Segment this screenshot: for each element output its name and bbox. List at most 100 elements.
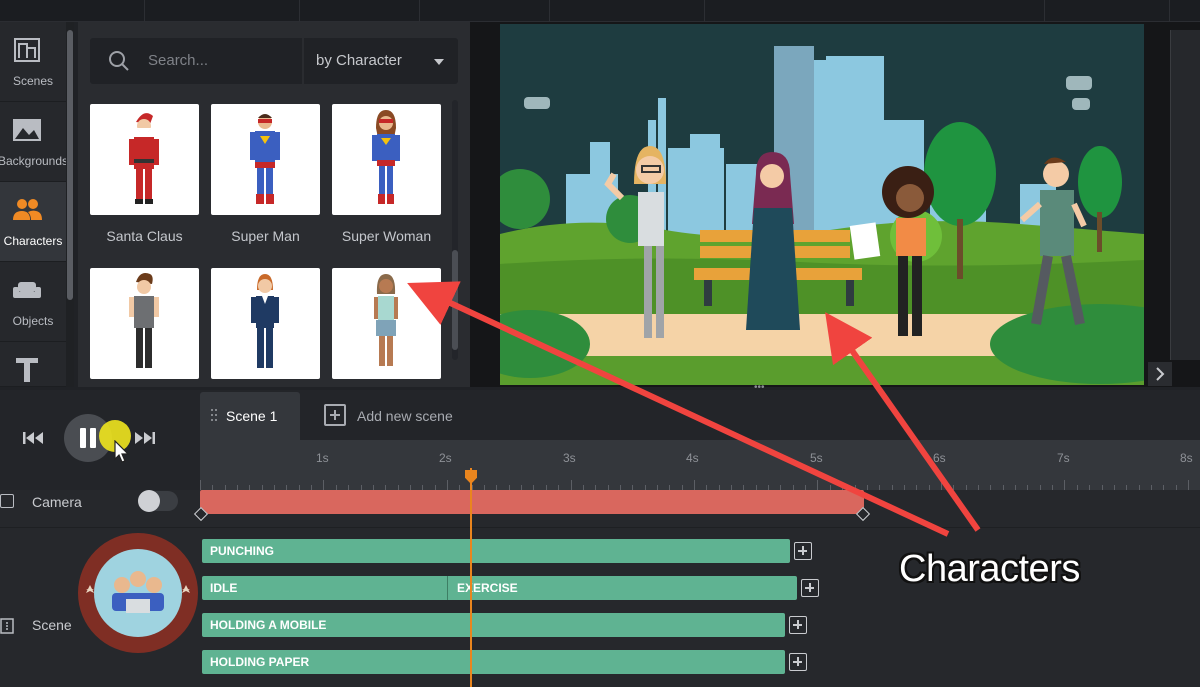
girl-figure (374, 274, 398, 366)
timeline-ruler[interactable]: 1s 2s 3s 4s 5s 6s 7s 8s (200, 440, 1200, 490)
character-card[interactable] (332, 268, 441, 379)
add-animation-button[interactable] (789, 616, 807, 634)
camera-toggle[interactable] (138, 490, 178, 512)
smart-webpreneur-logo (78, 533, 198, 653)
app-window: Scenes Backgrounds Characters Objects Se… (0, 0, 1200, 687)
add-animation-button[interactable] (794, 542, 812, 560)
sidebar-item-text[interactable] (0, 342, 66, 387)
sidebar-item-scenes[interactable]: Scenes (0, 22, 66, 102)
santa-claus-figure (129, 113, 159, 204)
toolbar-segment[interactable] (705, 0, 1045, 22)
track-label-exercise: EXERCISE (457, 581, 518, 595)
track-punching[interactable]: PUNCHING (202, 539, 790, 563)
library-scrollbar[interactable] (452, 100, 458, 360)
toggle-knob (138, 490, 160, 512)
character-card[interactable] (90, 268, 199, 379)
chevron-right-icon (1156, 367, 1165, 381)
plus-icon (324, 404, 346, 426)
scenes-icon (14, 38, 40, 62)
toolbar-segment[interactable] (550, 0, 705, 22)
ruler-tick-label: 2s (439, 451, 452, 465)
drag-handle-icon[interactable] (210, 408, 218, 422)
playhead-line[interactable] (470, 468, 472, 687)
search-input[interactable]: Search... (148, 52, 208, 69)
chevron-down-icon (434, 59, 444, 65)
sidebar: Scenes Backgrounds Characters Objects (0, 22, 68, 387)
text-icon (16, 358, 38, 382)
character-name: Santa Claus (106, 228, 183, 244)
character-thumbnail (90, 104, 199, 215)
add-animation-button[interactable] (789, 653, 807, 671)
scene-tabs: Scene 1 Add new scene (200, 390, 1200, 440)
character-thumbnail (332, 268, 441, 379)
character-card-santa-claus[interactable]: Santa Claus (90, 104, 199, 244)
sidebar-item-label: Scenes (12, 74, 54, 88)
search-field[interactable]: Search... (90, 38, 302, 84)
sidebar-item-characters[interactable]: Characters (0, 182, 66, 262)
ruler-tick (1188, 480, 1189, 490)
character-name: Super Woman (341, 228, 432, 244)
track-label: PUNCHING (210, 544, 275, 558)
sidebar-item-label: Objects (12, 314, 54, 328)
camera-icon (0, 494, 14, 508)
ruler-tick-label: 6s (933, 451, 946, 465)
scene-row-label: Scene (32, 617, 72, 633)
scrollbar-thumb[interactable] (452, 250, 458, 350)
ruler-tick (1064, 480, 1065, 490)
track-label: IDLE (210, 581, 238, 595)
pause-icon (80, 428, 86, 448)
toolbar-segment[interactable] (300, 0, 420, 22)
ruler-tick-label: 8s (1180, 451, 1193, 465)
scene-preview-canvas[interactable] (500, 24, 1144, 385)
ruler-tick-label: 5s (810, 451, 823, 465)
ruler-tick (323, 480, 324, 490)
sidebar-item-backgrounds[interactable]: Backgrounds (0, 102, 68, 182)
character-card-super-man[interactable]: Super Man (211, 104, 320, 244)
toolbar-segment[interactable] (1045, 0, 1170, 22)
expand-panel-button[interactable] (1148, 362, 1172, 386)
ruler-tick-label: 1s (316, 451, 329, 465)
camera-row-label: Camera (32, 494, 82, 510)
backgrounds-icon (13, 119, 41, 141)
track-holding-mobile[interactable]: HOLDING A MOBILE (202, 613, 785, 637)
character-card-super-woman[interactable]: Super Woman (332, 104, 441, 244)
add-scene-label: Add new scene (357, 408, 453, 424)
character-library-panel: Search... by Character Santa Claus Super… (78, 22, 470, 387)
sidebar-scrollbar[interactable] (66, 22, 74, 387)
properties-panel-edge (1170, 30, 1200, 360)
skip-back-icon[interactable] (22, 430, 44, 446)
track-idle-exercise[interactable]: IDLE EXERCISE (202, 576, 797, 600)
character-thumbnail (90, 268, 199, 379)
skip-forward-icon[interactable] (134, 430, 156, 446)
tab-scene-1[interactable]: Scene 1 (200, 392, 300, 440)
category-filter-dropdown[interactable]: by Character (304, 38, 458, 84)
ruler-tick-label: 3s (563, 451, 576, 465)
scrollbar-thumb[interactable] (67, 30, 73, 300)
ruler-tick (200, 480, 201, 490)
toolbar-segment[interactable] (420, 0, 550, 22)
park-scene-illustration (500, 24, 1144, 385)
filter-value: by Character (316, 52, 402, 69)
ruler-tick (571, 480, 572, 490)
sidebar-item-label: Characters (3, 234, 63, 248)
segment-divider (447, 576, 448, 600)
toolbar-segment[interactable] (145, 0, 300, 22)
track-label: HOLDING A MOBILE (210, 618, 327, 632)
ruler-tick (941, 480, 942, 490)
sidebar-item-objects[interactable]: Objects (0, 262, 66, 342)
track-holding-paper[interactable]: HOLDING PAPER (202, 650, 785, 674)
character-card[interactable] (211, 268, 320, 379)
character-thumbnail (211, 268, 320, 379)
add-animation-button[interactable] (801, 579, 819, 597)
character-thumbnail (332, 104, 441, 215)
annotation-callout: Characters (899, 548, 1080, 590)
characters-icon (13, 199, 42, 220)
super-woman-figure (372, 110, 400, 204)
ruler-tick (447, 480, 448, 490)
pause-icon (90, 428, 96, 448)
camera-track-bar[interactable] (200, 490, 864, 514)
character-name: Super Man (231, 228, 300, 244)
toolbar-segment[interactable] (0, 0, 145, 22)
ruler-tick (694, 480, 695, 490)
tab-label: Scene 1 (226, 408, 278, 424)
